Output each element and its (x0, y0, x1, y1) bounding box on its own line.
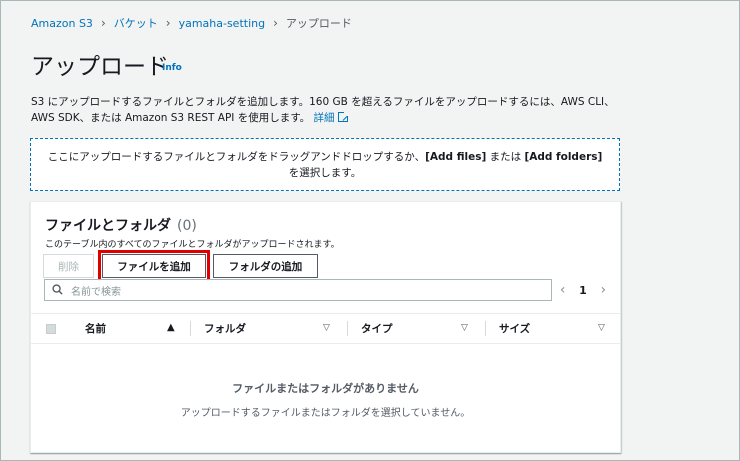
column-divider (485, 321, 486, 336)
previous-page-icon[interactable]: ‹ (560, 282, 566, 298)
dropzone-add-files: [Add files] (425, 150, 487, 163)
panel-subtitle: このテーブル内のすべてのファイルとフォルダがアップロードされます。 (45, 240, 340, 250)
select-all-checkbox[interactable] (46, 324, 56, 334)
column-label-size: サイズ (499, 323, 531, 335)
dropzone-add-folders: [Add folders] (524, 150, 603, 163)
empty-state-subtitle: アップロードするファイルまたはフォルダを選択していません。 (180, 408, 471, 419)
column-label-folder: フォルダ (204, 323, 246, 335)
external-link-icon (337, 111, 349, 122)
sort-icon[interactable]: ▽ (323, 323, 330, 333)
column-label-name: 名前 (85, 323, 106, 335)
panel-count: (0) (177, 218, 197, 234)
column-header-type[interactable]: タイプ (361, 314, 461, 343)
page-title: アップロード (31, 54, 169, 80)
column-header-folder[interactable]: フォルダ (204, 314, 324, 343)
panel-title: ファイルとフォルダ (0) (45, 215, 197, 235)
table-header: 名前 ▲ フォルダ ▽ タイプ ▽ サイズ ▽ (31, 313, 620, 344)
delete-button[interactable]: 削除 (43, 254, 94, 278)
search-placeholder: 名前で検索 (71, 286, 121, 298)
column-divider (347, 321, 348, 336)
breadcrumb-link-s3[interactable]: Amazon S3 (31, 17, 93, 30)
breadcrumb-link-bucket[interactable]: yamaha-setting (179, 17, 266, 30)
sort-icon[interactable]: ▽ (598, 323, 605, 333)
chevron-right-icon: › (165, 16, 171, 30)
dropzone-text: ここにアップロードするファイルとフォルダをドラッグアンドドロップするか、 (47, 150, 426, 163)
next-page-icon[interactable]: › (601, 282, 607, 298)
chevron-right-icon: › (273, 16, 278, 30)
dropzone-text-end: を選択します。 (288, 166, 362, 179)
pagination: ‹ 1 › (553, 280, 613, 300)
highlight-box (98, 250, 210, 282)
sort-ascending-icon[interactable]: ▲ (167, 322, 175, 333)
page-number[interactable]: 1 (579, 284, 587, 297)
breadcrumb: Amazon S3 › バケット › yamaha-setting › アップロ… (31, 15, 352, 31)
chevron-right-icon: › (100, 16, 106, 30)
panel-title-text: ファイルとフォルダ (45, 218, 171, 234)
dropzone-text-middle: または (486, 150, 525, 163)
breadcrumb-link-buckets[interactable]: バケット (114, 15, 158, 31)
add-folder-button[interactable]: フォルダの追加 (213, 254, 318, 278)
details-link[interactable]: 詳細 (314, 111, 349, 124)
sort-icon[interactable]: ▽ (461, 323, 468, 333)
search-input[interactable]: 名前で検索 (44, 279, 552, 301)
column-divider (190, 321, 191, 336)
column-label-type: タイプ (361, 323, 393, 335)
files-folders-panel: ファイルとフォルダ (0) このテーブル内のすべてのファイルとフォルダがアップロー… (30, 201, 621, 453)
column-header-size[interactable]: サイズ (499, 314, 599, 343)
drop-zone[interactable]: ここにアップロードするファイルとフォルダをドラッグアンドドロップするか、[Add… (30, 138, 620, 191)
info-link[interactable]: Info (162, 63, 182, 73)
search-icon (52, 284, 63, 295)
page-description: S3 にアップロードするファイルとフォルダを追加します。160 GB を超えるフ… (31, 94, 631, 126)
breadcrumb-current: アップロード (285, 17, 352, 30)
empty-state-title: ファイルまたはフォルダがありません (232, 382, 419, 395)
